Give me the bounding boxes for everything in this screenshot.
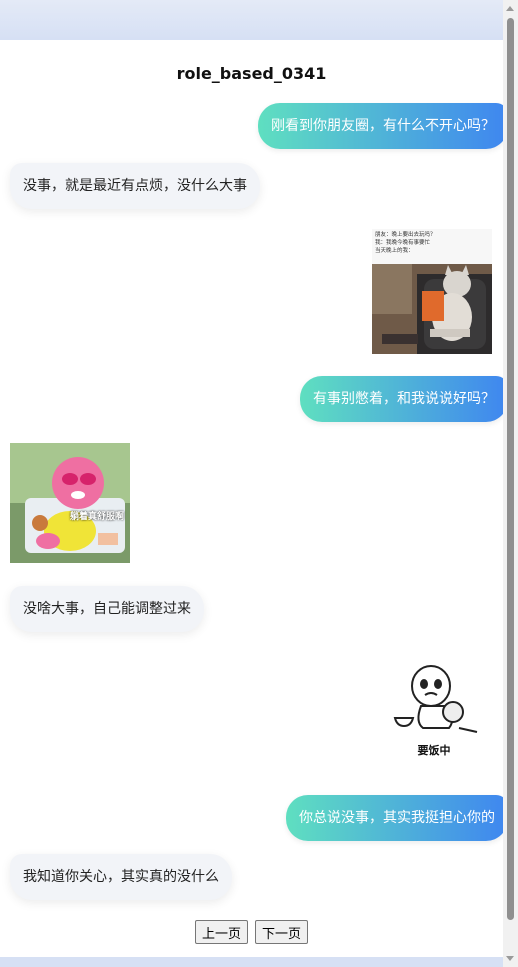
- crying-boy-eating-sticker[interactable]: 要饭中: [385, 662, 483, 760]
- sticker-caption: 要饭中: [417, 744, 451, 757]
- message-bubble-right: 你总说没事，其实我挺担心你的: [286, 795, 508, 841]
- message-bubble-left: 我知道你关心，其实真的没什么: [10, 854, 232, 900]
- pagination: 上一页 下一页: [0, 920, 503, 944]
- message-bubble-left: 没事，就是最近有点烦，没什么大事: [10, 163, 260, 209]
- message-bubble-right: 有事别憋着，和我说说好吗？: [300, 376, 508, 422]
- message-bubble-right: 刚看到你朋友圈，有什么不开心吗？: [258, 103, 508, 149]
- chat-title: role_based_0341: [176, 64, 327, 83]
- cat-illustration: [372, 264, 492, 354]
- next-page-button[interactable]: 下一页: [255, 920, 309, 944]
- scroll-down-arrow-icon[interactable]: [506, 956, 514, 961]
- crying-boy-illustration: [393, 665, 478, 733]
- top-band: [0, 0, 518, 40]
- pink-creature-sticker[interactable]: 躺着真舒服啊: [10, 443, 130, 563]
- bottom-band: [0, 957, 518, 967]
- scrollbar[interactable]: [503, 0, 518, 967]
- prev-page-button[interactable]: 上一页: [194, 920, 248, 944]
- cat-sitting-sticker[interactable]: 朋友：晚上要出去玩吗？ 我：我晚今晚有事要忙 当天晚上的我：: [372, 229, 492, 354]
- scroll-up-arrow-icon[interactable]: [506, 6, 514, 11]
- pink-creature-illustration: [10, 443, 130, 563]
- sticker-caption: 躺着真舒服啊: [70, 512, 125, 522]
- scrollbar-thumb[interactable]: [507, 18, 514, 920]
- message-bubble-left: 没啥大事，自己能调整过来: [10, 586, 204, 632]
